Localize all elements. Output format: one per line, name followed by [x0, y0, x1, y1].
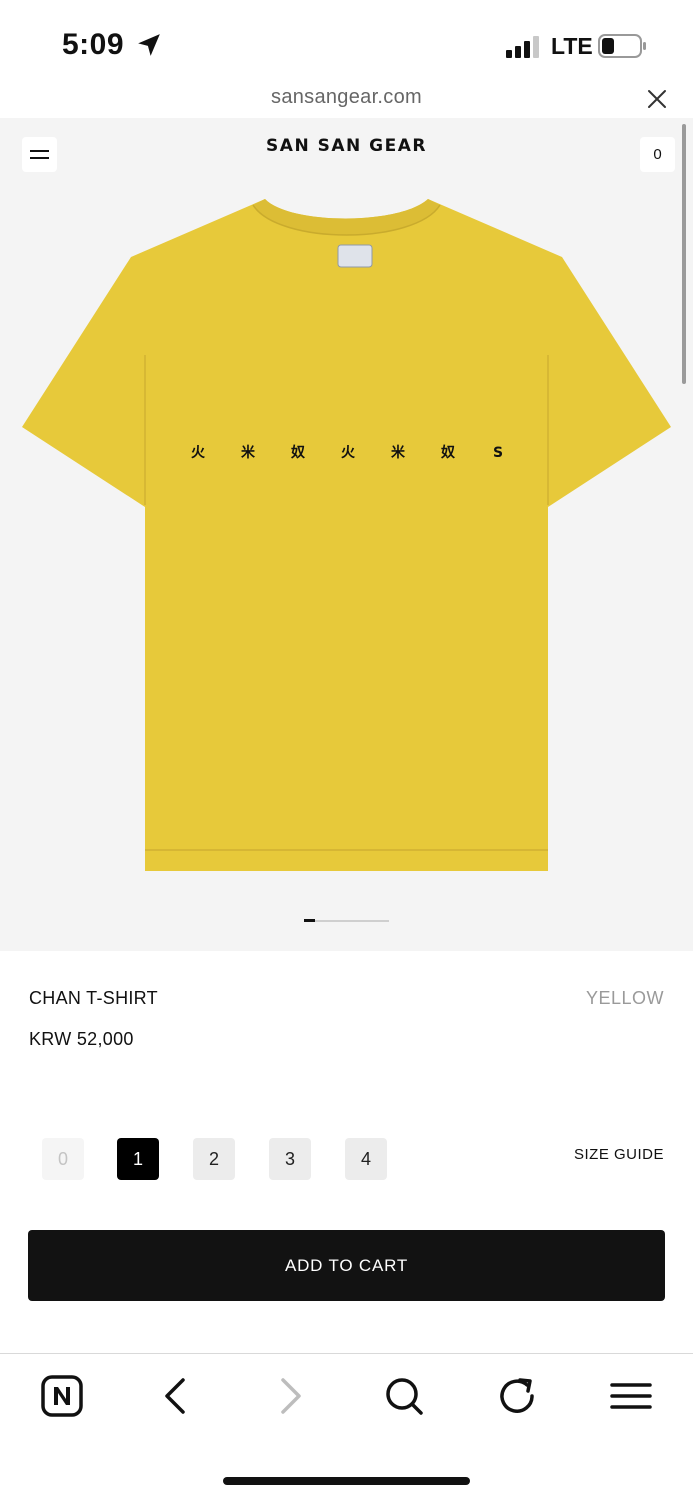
image-slider-track[interactable]: [304, 920, 389, 922]
shirt-print-glyph: 米: [241, 444, 256, 461]
size-option-1[interactable]: 1: [117, 1138, 159, 1180]
naver-n-icon[interactable]: [40, 1374, 84, 1418]
product-color: YELLOW: [585, 988, 664, 1008]
product-name: CHAN T-SHIRT: [29, 988, 158, 1008]
toolbar-divider: [0, 1353, 693, 1354]
size-option-4[interactable]: 4: [345, 1138, 387, 1180]
image-slider-indicator: [304, 919, 315, 922]
status-time: 5:09: [62, 28, 125, 61]
size-option-3[interactable]: 3: [269, 1138, 311, 1180]
battery-low-icon: [598, 34, 646, 58]
brand-logo[interactable]: SAN SAN GEAR: [0, 136, 693, 156]
shirt-print-glyph: 奴: [440, 444, 455, 461]
size-option-2[interactable]: 2: [193, 1138, 235, 1180]
cellular-signal-icon: [506, 36, 539, 58]
shirt-print-glyph: 火: [341, 445, 356, 461]
shirt-print-glyph: 米: [391, 444, 406, 461]
forward-arrow-icon[interactable]: [268, 1374, 312, 1418]
back-arrow-icon[interactable]: [154, 1374, 198, 1418]
shirt-print-glyph: 奴: [290, 444, 305, 461]
url-bar[interactable]: sansangear.com: [0, 86, 693, 109]
search-icon[interactable]: [382, 1374, 426, 1418]
shirt-print-glyph: S: [493, 445, 503, 461]
size-guide-link[interactable]: SIZE GUIDE: [574, 1146, 664, 1163]
tshirt-product-image: 火米奴火米奴S: [22, 199, 671, 871]
shirt-print-glyph: 火: [191, 445, 206, 461]
close-icon[interactable]: [644, 86, 670, 112]
product-price: KRW 52,000: [29, 1029, 134, 1049]
refresh-icon[interactable]: [495, 1374, 539, 1418]
page-scrollbar[interactable]: [682, 124, 686, 384]
menu-icon[interactable]: [609, 1374, 653, 1418]
location-arrow-icon: [138, 34, 160, 56]
add-to-cart-button[interactable]: ADD TO CART: [28, 1230, 665, 1301]
cart-count-button[interactable]: 0: [640, 137, 675, 172]
size-option-0[interactable]: 0: [42, 1138, 84, 1180]
network-type: LTE: [551, 33, 593, 59]
home-indicator: [223, 1477, 470, 1485]
